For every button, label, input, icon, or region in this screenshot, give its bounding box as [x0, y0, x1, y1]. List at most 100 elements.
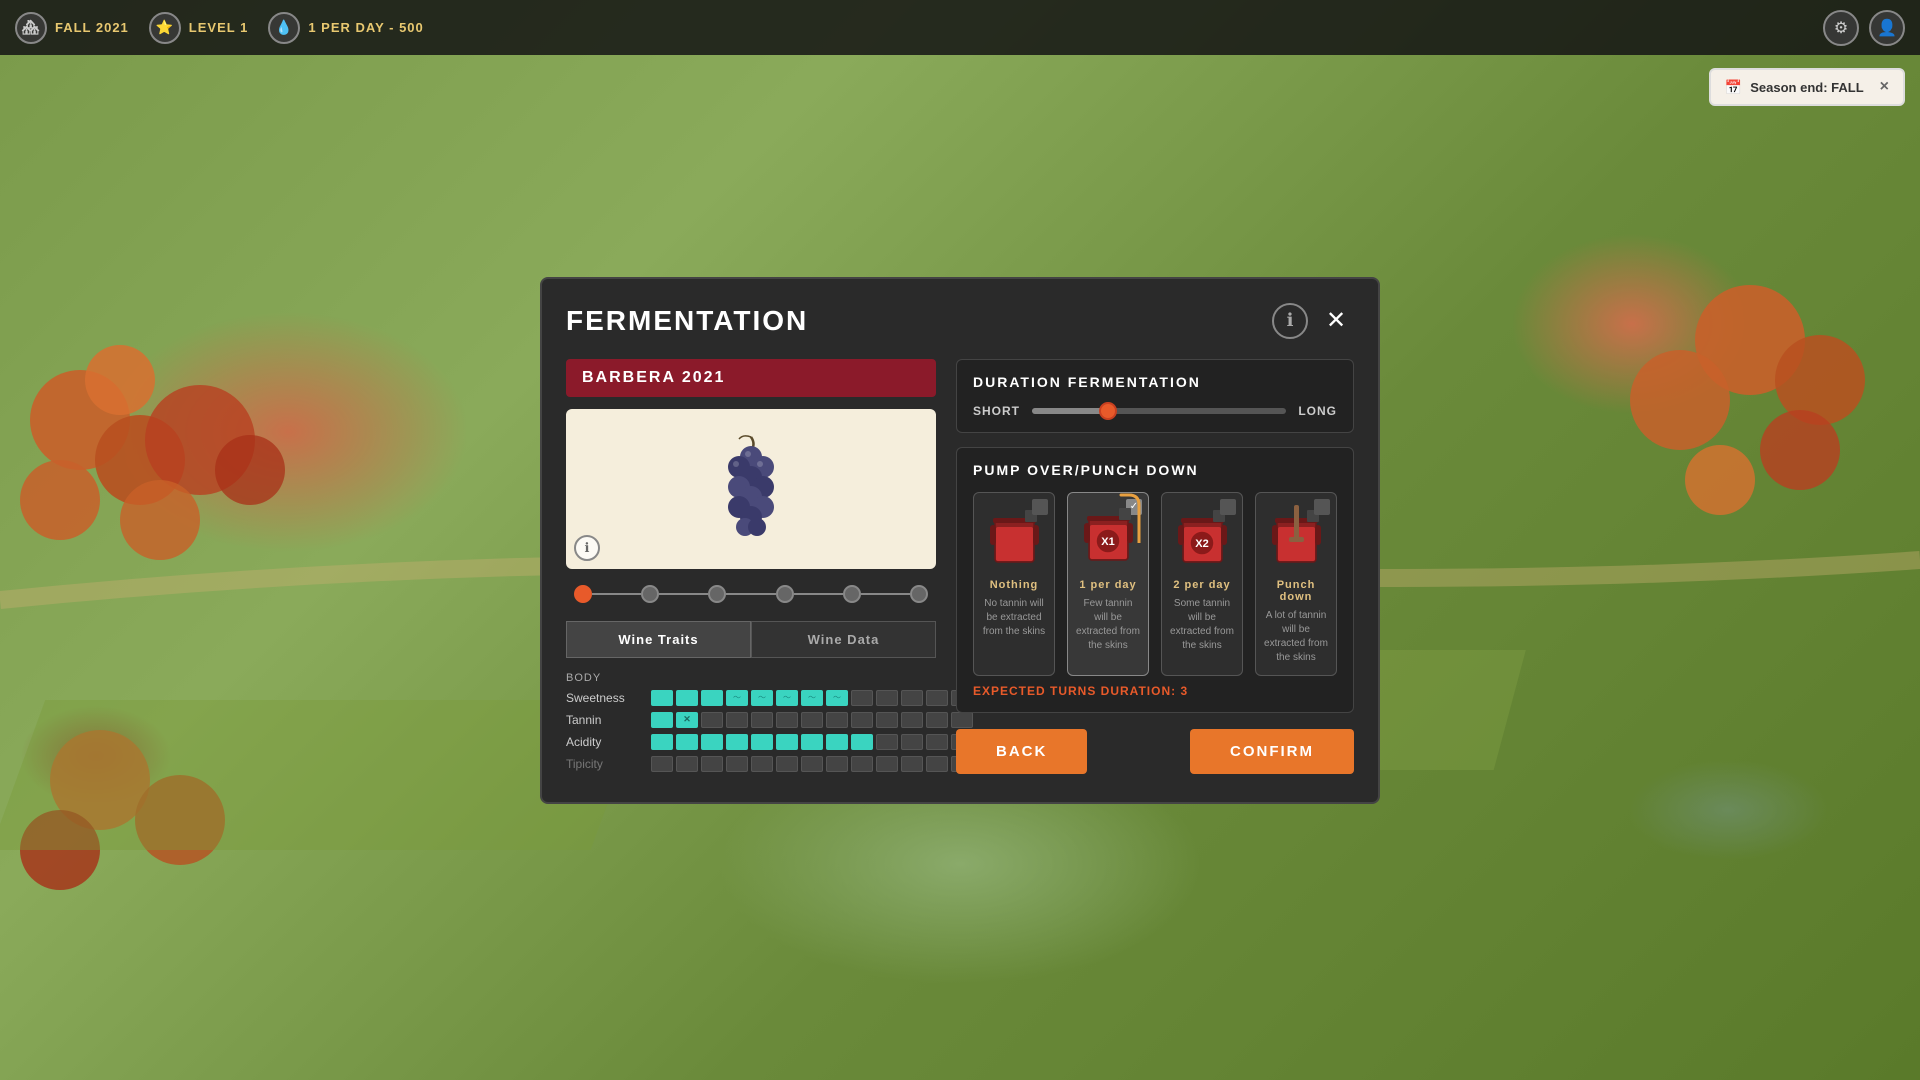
- pump-card-punchdown[interactable]: Punch down A lot of tannin will be extra…: [1255, 492, 1337, 676]
- bar-cell: [851, 756, 873, 772]
- bar-cell: [926, 712, 948, 728]
- bar-cell: [876, 756, 898, 772]
- pump-desc-punchdown: A lot of tannin will be extracted from t…: [1264, 609, 1328, 665]
- bar-cell: [726, 734, 748, 750]
- wine-name: BARBERA 2021: [582, 369, 725, 386]
- svg-text:X2: X2: [1195, 538, 1208, 550]
- bar-cell: [751, 712, 773, 728]
- acidity-label: Acidity: [566, 735, 641, 749]
- bar-cell: [701, 756, 723, 772]
- wine-tabs: Wine Traits Wine Data: [566, 621, 936, 658]
- bar-cell: [726, 756, 748, 772]
- bar-cell: [676, 734, 698, 750]
- bar-cell: [926, 690, 948, 706]
- expected-turns-value: 3: [1180, 684, 1188, 698]
- modal-overlay: FERMENTATION ℹ ✕ BARBERA 2021: [0, 0, 1920, 1080]
- pump-title-2perday: 2 per day: [1170, 579, 1234, 591]
- progress-dot-6: [910, 585, 928, 603]
- bar-cell: [851, 712, 873, 728]
- modal-body: BARBERA 2021: [566, 359, 1354, 778]
- bar-cell: [801, 712, 823, 728]
- progress-dot-1: [574, 585, 592, 603]
- pump-desc-2perday: Some tannin will be extracted from the s…: [1170, 597, 1234, 653]
- grape-display: ℹ: [566, 409, 936, 569]
- header-icons: ℹ ✕: [1272, 303, 1354, 339]
- duration-title: DURATION FERMENTATION: [973, 374, 1337, 390]
- pump-title-punchdown: Punch down: [1264, 579, 1328, 603]
- info-button[interactable]: ℹ: [1272, 303, 1308, 339]
- tannin-bars: ✕: [651, 712, 973, 728]
- pump-checkbox-nothing: [1032, 499, 1048, 515]
- bar-cell: ✕: [676, 712, 698, 728]
- bar-cell: [776, 756, 798, 772]
- progress-dot-3: [708, 585, 726, 603]
- pump-card-1perday[interactable]: ✓: [1067, 492, 1149, 676]
- bar-cell: [876, 690, 898, 706]
- tab-wine-traits[interactable]: Wine Traits: [566, 621, 751, 658]
- bar-cell: [851, 734, 873, 750]
- bar-cell: [901, 756, 923, 772]
- short-label: SHORT: [973, 404, 1020, 418]
- acidity-bars: [651, 734, 973, 750]
- slider-fill: [1032, 408, 1108, 414]
- bar-cell: [876, 734, 898, 750]
- pump-title: PUMP OVER/PUNCH DOWN: [973, 462, 1337, 478]
- pump-checkbox-2perday: [1220, 499, 1236, 515]
- modal-header: FERMENTATION ℹ ✕: [566, 303, 1354, 339]
- duration-slider[interactable]: [1032, 408, 1286, 414]
- pump-card-nothing[interactable]: Nothing No tannin will be extracted from…: [973, 492, 1055, 676]
- vessel-nothing-svg: [987, 505, 1042, 570]
- grape-info-icon[interactable]: ℹ: [574, 535, 600, 561]
- modal-title: FERMENTATION: [566, 305, 808, 337]
- bar-cell: [801, 756, 823, 772]
- pump-title-1perday: 1 per day: [1076, 579, 1140, 591]
- action-row: BACK CONFIRM: [956, 729, 1354, 774]
- bar-cell: [826, 756, 848, 772]
- pump-desc-1perday: Few tannin will be extracted from the sk…: [1076, 597, 1140, 653]
- slider-thumb[interactable]: [1099, 402, 1117, 420]
- sweetness-row: Sweetness 〜 〜 〜 〜 〜: [566, 690, 936, 706]
- grape-image: [701, 429, 801, 549]
- body-label: Body: [566, 672, 936, 684]
- bar-cell: [751, 756, 773, 772]
- pump-cards: Nothing No tannin will be extracted from…: [973, 492, 1337, 676]
- svg-text:X1: X1: [1101, 536, 1114, 548]
- bar-cell: 〜: [801, 690, 823, 706]
- bar-cell: [926, 756, 948, 772]
- tab-wine-data[interactable]: Wine Data: [751, 621, 936, 658]
- bar-cell: 〜: [726, 690, 748, 706]
- tannin-row: Tannin ✕: [566, 712, 936, 728]
- back-button[interactable]: BACK: [956, 729, 1087, 774]
- expected-turns: EXPECTED TURNS DURATION: 3: [973, 684, 1337, 698]
- long-label: LONG: [1298, 404, 1337, 418]
- vessel-punchdown-svg: [1269, 505, 1324, 570]
- bar-cell: [651, 756, 673, 772]
- duration-section: DURATION FERMENTATION SHORT LONG: [956, 359, 1354, 433]
- pump-desc-nothing: No tannin will be extracted from the ski…: [982, 597, 1046, 639]
- close-button[interactable]: ✕: [1318, 303, 1354, 339]
- vessel-1perday-container: X1: [1081, 503, 1136, 573]
- pump-card-2perday[interactable]: X2 2 per day Some tannin will be extract…: [1161, 492, 1243, 676]
- right-panel: DURATION FERMENTATION SHORT LONG PUMP OV…: [956, 359, 1354, 778]
- tannin-label: Tannin: [566, 713, 641, 727]
- sweetness-label: Sweetness: [566, 691, 641, 705]
- tipicity-label: Tipicity: [566, 757, 641, 771]
- pump-img-1perday: X1: [1076, 503, 1140, 573]
- bar-cell: [676, 756, 698, 772]
- bar-cell: [901, 690, 923, 706]
- pump-section: PUMP OVER/PUNCH DOWN: [956, 447, 1354, 713]
- bar-cell: [651, 712, 673, 728]
- expected-turns-label: EXPECTED TURNS DURATION:: [973, 684, 1176, 698]
- tipicity-bars: [651, 756, 973, 772]
- fermentation-modal: FERMENTATION ℹ ✕ BARBERA 2021: [540, 277, 1380, 804]
- bar-cell: [776, 734, 798, 750]
- confirm-button[interactable]: CONFIRM: [1190, 729, 1354, 774]
- bar-cell: [701, 690, 723, 706]
- pump-tube-svg: [1119, 493, 1144, 543]
- bar-cell: [701, 734, 723, 750]
- vessel-2perday-svg: X2: [1175, 505, 1230, 570]
- bar-cell: [926, 734, 948, 750]
- bar-cell: [901, 734, 923, 750]
- progress-dot-2: [641, 585, 659, 603]
- progress-line-4: [794, 593, 843, 595]
